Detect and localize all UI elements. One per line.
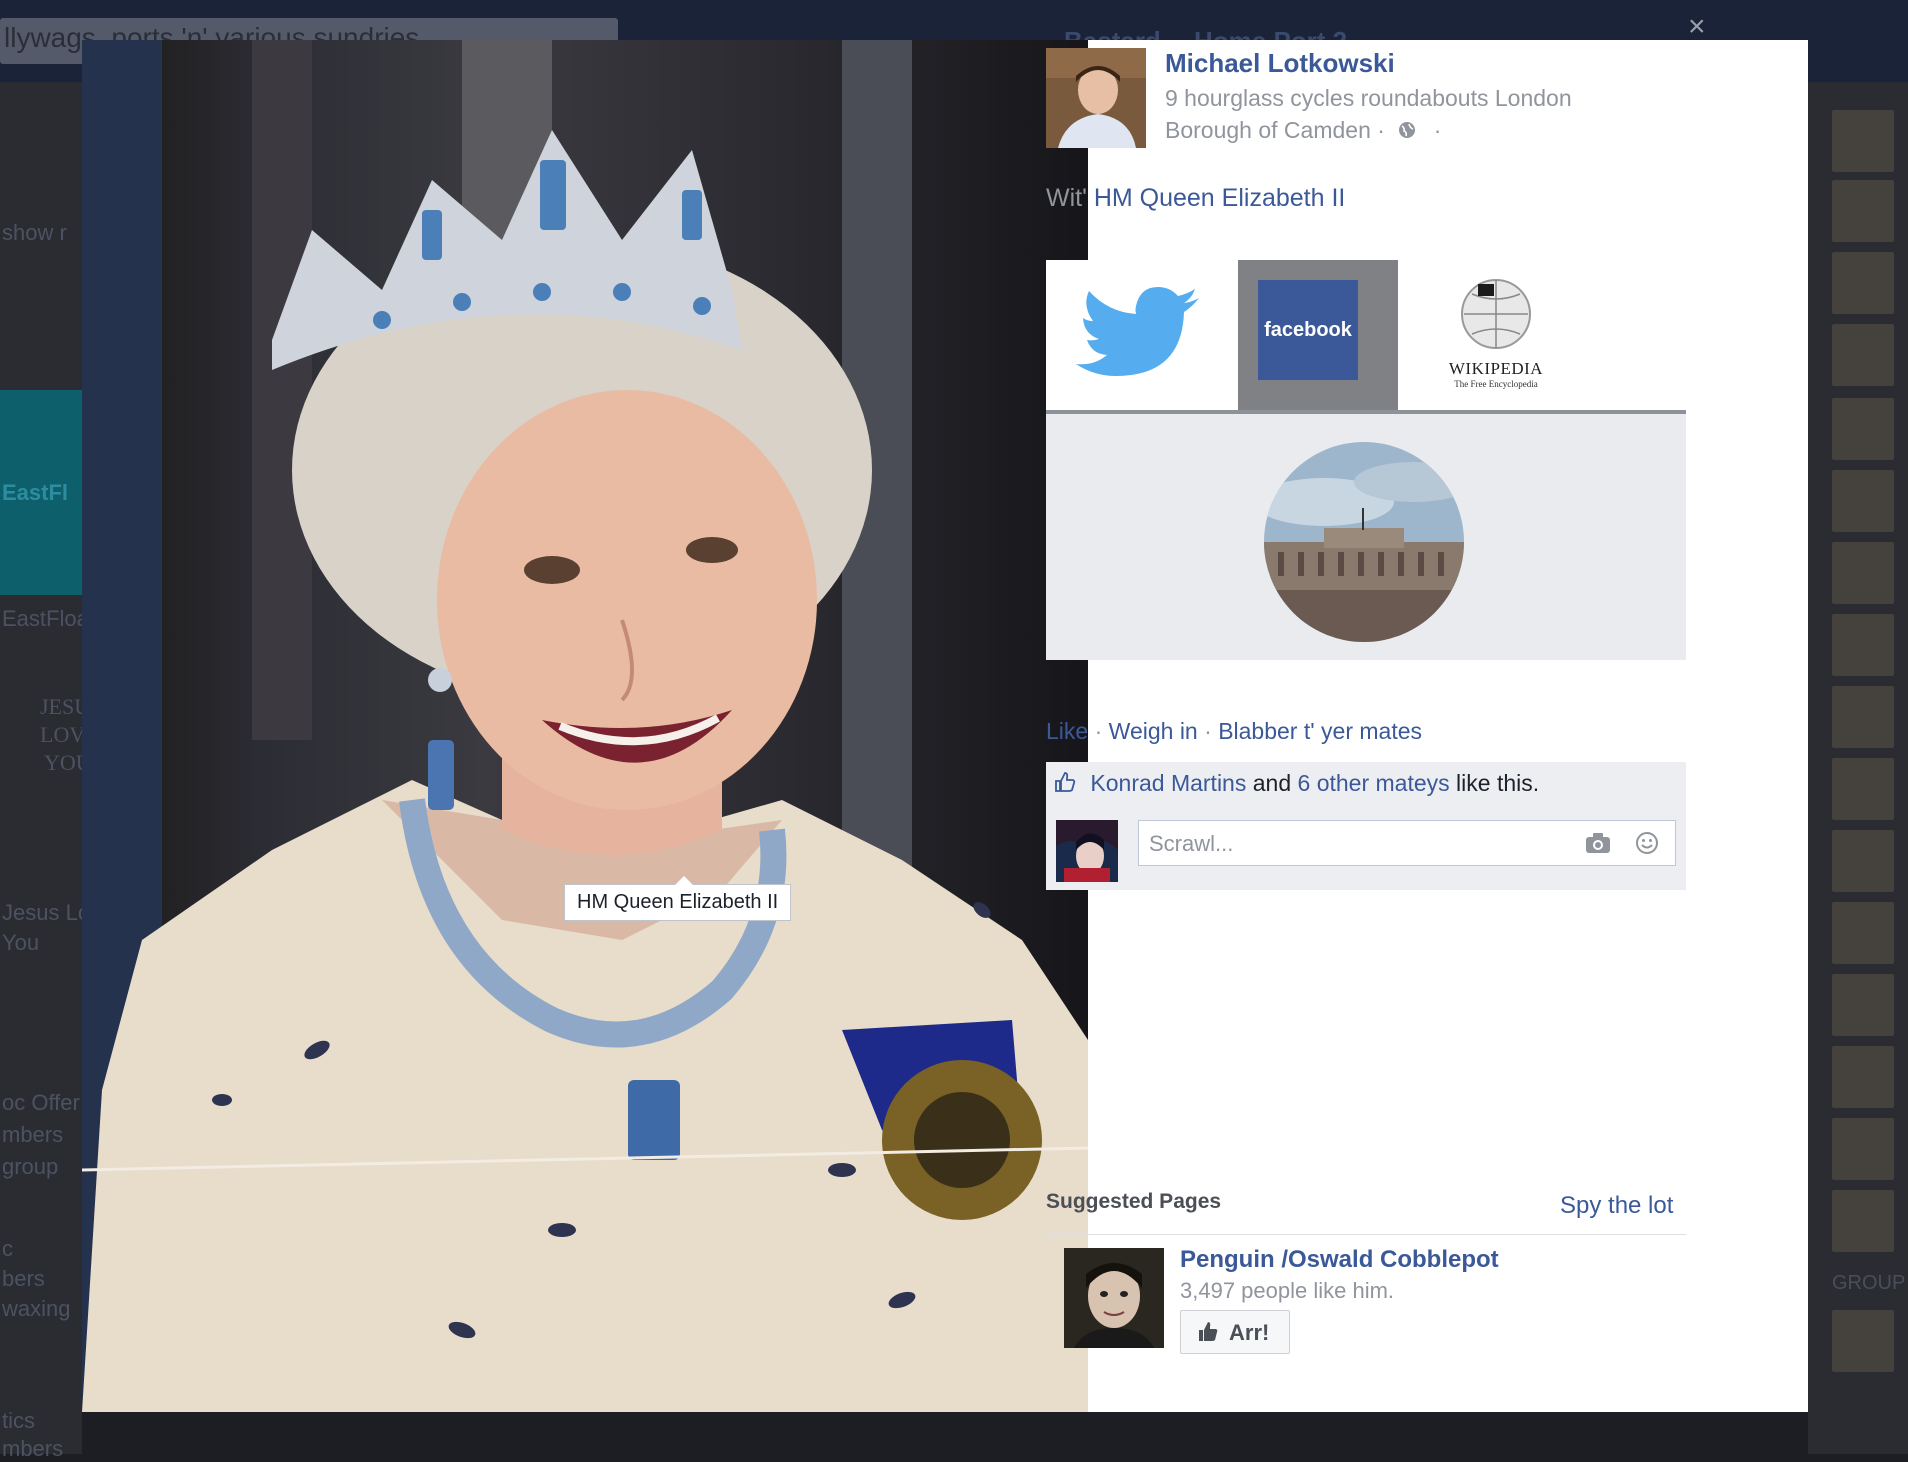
background-chat-avatar — [1832, 902, 1894, 964]
background-chat-avatar — [1832, 758, 1894, 820]
background-text-fragment: waxing — [2, 1296, 71, 1321]
background-text-fragment: Jesus Lo — [2, 900, 91, 925]
like-link[interactable]: Like — [1046, 718, 1088, 744]
background-text-fragment: oc Offer — [2, 1090, 80, 1115]
thumbs-up-icon — [1054, 771, 1076, 799]
background-chat-avatar — [1832, 614, 1894, 676]
suggested-pages-title: Suggested Pages — [1046, 1190, 1222, 1213]
embed-preview — [1046, 414, 1686, 660]
like-page-button-label: Arr! — [1229, 1320, 1270, 1345]
likes-suffix-text: like this. — [1456, 770, 1540, 796]
facebook-tab[interactable]: facebook — [1238, 260, 1398, 410]
background-text-fragment: EastFl — [2, 480, 69, 505]
twitter-tab[interactable] — [1074, 276, 1204, 396]
liker-name-link[interactable]: Konrad Martins — [1090, 770, 1246, 796]
background-text-fragment: tics — [2, 1408, 35, 1433]
background-group-label: GROUP — [1832, 1272, 1906, 1294]
close-button[interactable]: × — [1688, 10, 1706, 44]
poster-location: 9 hourglass cycles roundabouts London Bo… — [1165, 82, 1635, 148]
photo-tag-label[interactable]: HM Queen Elizabeth II — [564, 876, 792, 921]
photo-lightbox: HM Queen Elizabeth II — [82, 40, 1808, 1412]
comment-placeholder: Scrawl... — [1149, 831, 1234, 856]
background-text-fragment: bers — [2, 1266, 45, 1291]
background-chat-avatar — [1832, 974, 1894, 1036]
embed-tab-strip: facebook WIKIPEDIA The Free Encyclopedia — [1046, 260, 1686, 414]
palace-thumbnail[interactable] — [1264, 442, 1464, 642]
background-chat-avatar — [1832, 180, 1894, 242]
post-actions: Like · Weigh in · Blabber t' yer mates — [1046, 718, 1422, 745]
likes-summary: Konrad Martins and 6 other mateys like t… — [1054, 770, 1539, 799]
see-all-link[interactable]: Spy the lot — [1560, 1192, 1673, 1220]
photo-viewer[interactable]: HM Queen Elizabeth II — [82, 40, 1088, 1412]
background-chat-avatar — [1832, 252, 1894, 314]
background-chat-avatar — [1832, 1190, 1894, 1252]
background-chat-avatar — [1832, 470, 1894, 532]
background-chat-avatar — [1832, 110, 1894, 172]
background-chat-avatar — [1832, 830, 1894, 892]
commenter-avatar[interactable] — [1056, 820, 1118, 882]
comment-field[interactable]: Scrawl... — [1138, 820, 1676, 866]
comment-link[interactable]: Weigh in — [1109, 718, 1198, 744]
poster-location-text: 9 hourglass cycles roundabouts London Bo… — [1165, 85, 1572, 143]
photo-image — [82, 40, 1088, 1412]
globe-icon[interactable] — [1397, 116, 1417, 148]
background-chat-avatar — [1832, 542, 1894, 604]
background-text-fragment: mbers — [2, 1436, 64, 1461]
suggested-page-thumbnail[interactable] — [1064, 1248, 1164, 1348]
likes-and-text: and — [1252, 770, 1292, 796]
camera-icon[interactable] — [1585, 831, 1611, 860]
suggested-divider — [1046, 1234, 1686, 1235]
tagged-with-line: Wit' HM Queen Elizabeth II — [1046, 184, 1345, 213]
tagged-with-prefix: Wit' — [1046, 184, 1087, 212]
suggested-page-name[interactable]: Penguin /Oswald Cobblepot — [1180, 1246, 1499, 1274]
suggested-page-likes: 3,497 people like him. — [1180, 1278, 1395, 1303]
emoji-icon[interactable] — [1635, 831, 1659, 860]
wikipedia-globe-icon — [1461, 279, 1531, 349]
poster-name[interactable]: Michael Lotkowski — [1165, 48, 1395, 79]
other-likers-link[interactable]: 6 other mateys — [1298, 770, 1450, 796]
poster-trailing-dot: · — [1433, 117, 1442, 143]
facebook-logo: facebook — [1258, 280, 1358, 380]
poster-avatar[interactable] — [1046, 48, 1146, 148]
likes-and-comments: Konrad Martins and 6 other mateys like t… — [1046, 762, 1686, 890]
background-chat-avatar — [1832, 1310, 1894, 1372]
like-page-button[interactable]: Arr! — [1180, 1310, 1290, 1354]
tagged-person-link[interactable]: HM Queen Elizabeth II — [1094, 184, 1346, 212]
background-text-fragment: group — [2, 1154, 59, 1179]
wikipedia-wordmark: WIKIPEDIA — [1448, 359, 1544, 378]
background-chat-avatar — [1832, 686, 1894, 748]
share-link[interactable]: Blabber t' yer mates — [1218, 718, 1422, 744]
action-separator: · — [1204, 718, 1212, 744]
background-text-fragment: EastFloa — [2, 606, 89, 631]
background-chat-avatar — [1832, 324, 1894, 386]
action-separator: · — [1094, 718, 1103, 744]
background-chat-avatar — [1832, 398, 1894, 460]
thumbs-up-icon — [1199, 1322, 1218, 1341]
background-chat-avatar — [1832, 1118, 1894, 1180]
background-chat-avatar — [1832, 1046, 1894, 1108]
background-text-fragment: mbers — [2, 1122, 64, 1147]
shared-embed: facebook WIKIPEDIA The Free Encyclopedia — [1046, 260, 1686, 700]
background-text-fragment: show r — [2, 220, 67, 245]
wikipedia-tab[interactable]: WIKIPEDIA The Free Encyclopedia — [1416, 276, 1576, 396]
background-text-fragment: You — [2, 930, 40, 955]
twitter-bird-icon — [1076, 287, 1199, 376]
wikipedia-tagline: The Free Encyclopedia — [1454, 379, 1538, 389]
background-text-fragment: c — [2, 1236, 13, 1261]
